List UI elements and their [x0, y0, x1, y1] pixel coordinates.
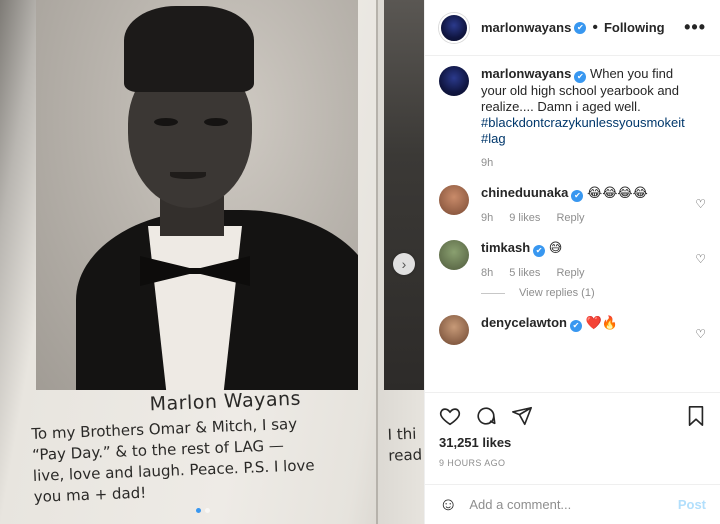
- comment-age: 8h: [481, 267, 494, 279]
- portrait-hair: [124, 6, 254, 92]
- reply-button[interactable]: Reply: [556, 267, 584, 279]
- caption-username[interactable]: marlonwayans: [481, 66, 571, 81]
- comment-text: denycelawton ✔ ❤️🔥: [481, 315, 687, 332]
- facing-page-photo: [384, 0, 424, 390]
- comment-item: timkash ✔ 😅 8h 5 likes Reply ♡: [439, 240, 706, 279]
- comment-likes[interactable]: 9 likes: [509, 212, 540, 224]
- heart-outline-icon[interactable]: ♡: [695, 327, 706, 341]
- carousel-dot: [205, 508, 210, 513]
- share-icon[interactable]: [511, 405, 533, 427]
- portrait-mouth: [170, 172, 206, 179]
- portrait-eye-left: [154, 118, 178, 126]
- comment-username[interactable]: chineduunaka: [481, 185, 568, 200]
- avatar[interactable]: [439, 240, 469, 270]
- comment-username[interactable]: timkash: [481, 240, 530, 255]
- next-image-button[interactable]: ›: [393, 253, 415, 275]
- comment-icon[interactable]: [475, 405, 497, 427]
- yearbook-message: To my Brothers Omar & Mitch, I say “Pay …: [31, 410, 394, 508]
- facing-page-line: I thi: [387, 424, 417, 444]
- comment-item: chineduunaka ✔ 😂😂😂😂 9h 9 likes Reply ♡: [439, 185, 706, 224]
- caption-age: 9h: [481, 157, 494, 169]
- comments-list: marlonwayans ✔ When you find your old hig…: [425, 56, 720, 392]
- reply-button[interactable]: Reply: [556, 212, 584, 224]
- comment-meta: 8h 5 likes Reply: [481, 267, 687, 279]
- comment-item: denycelawton ✔ ❤️🔥 ♡: [439, 315, 706, 345]
- action-bar: [439, 401, 706, 431]
- avatar[interactable]: [439, 315, 469, 345]
- caption-meta: 9h: [481, 157, 687, 169]
- yearbook-caption: Marlon Wayans To my Brothers Omar & Mitc…: [30, 384, 394, 508]
- post-caption: marlonwayans ✔ When you find your old hig…: [439, 66, 706, 169]
- facing-page-line: read: [388, 445, 423, 465]
- verified-badge-icon: ✔: [533, 245, 546, 257]
- comment-age: 9h: [481, 212, 494, 224]
- heart-outline-icon[interactable]: ♡: [695, 252, 706, 266]
- avatar[interactable]: [439, 12, 469, 43]
- emoji-icon[interactable]: ☺: [439, 494, 457, 515]
- yearbook-portrait: [36, 0, 358, 390]
- following-button[interactable]: Following: [604, 20, 665, 35]
- separator-dot: •: [592, 18, 598, 36]
- verified-badge-icon: ✔: [574, 21, 587, 34]
- post-header: marlonwayans ✔ • Following •••: [425, 0, 720, 56]
- post-button[interactable]: Post: [678, 497, 706, 512]
- verified-badge-icon: ✔: [571, 190, 584, 202]
- portrait-eye-right: [204, 118, 228, 126]
- view-replies-button[interactable]: View replies (1): [481, 287, 706, 299]
- comment-text: chineduunaka ✔ 😂😂😂😂: [481, 185, 687, 202]
- more-horizontal-icon[interactable]: •••: [684, 17, 706, 38]
- comment-body: 😂😂😂😂: [587, 185, 648, 200]
- comment-body: ❤️🔥: [585, 315, 618, 330]
- comment-text: timkash ✔ 😅: [481, 240, 687, 257]
- heart-icon[interactable]: [439, 405, 461, 427]
- chevron-right-icon: ›: [401, 256, 407, 272]
- carousel-dot-active: [196, 508, 201, 513]
- bookmark-icon[interactable]: [686, 405, 706, 427]
- comment-username[interactable]: denycelawton: [481, 315, 567, 330]
- instagram-post: Marlon Wayans To my Brothers Omar & Mitc…: [0, 0, 720, 524]
- comment-likes[interactable]: 5 likes: [509, 267, 540, 279]
- heart-outline-icon[interactable]: ♡: [695, 197, 706, 211]
- likes-count[interactable]: 31,251 likes: [439, 435, 706, 450]
- hashtag-link[interactable]: #blackdontcrazykunlessyousmokeit: [481, 115, 685, 130]
- comment-meta: 9h 9 likes Reply: [481, 212, 687, 224]
- post-timestamp[interactable]: 9 HOURS AGO: [439, 458, 706, 468]
- post-media[interactable]: Marlon Wayans To my Brothers Omar & Mitc…: [0, 0, 424, 524]
- view-replies-label: View replies (1): [519, 287, 595, 299]
- post-sidebar: marlonwayans ✔ • Following ••• marlonway…: [424, 0, 720, 524]
- avatar[interactable]: [439, 185, 469, 215]
- verified-badge-icon: ✔: [574, 71, 587, 83]
- comment-input[interactable]: Add a comment...: [469, 497, 571, 512]
- comment-body: 😅: [548, 240, 563, 255]
- author-username[interactable]: marlonwayans: [481, 20, 571, 35]
- avatar[interactable]: [439, 66, 469, 96]
- hashtag-link[interactable]: #lag: [481, 131, 506, 146]
- verified-badge-icon: ✔: [569, 320, 582, 332]
- replies-line: [481, 292, 505, 294]
- caption-text: marlonwayans ✔ When you find your old hig…: [481, 66, 687, 147]
- carousel-indicator: [196, 508, 210, 513]
- facing-page-text: I thi read: [387, 423, 424, 466]
- post-actions: 31,251 likes 9 HOURS AGO: [425, 392, 720, 468]
- comment-composer: ☺ Add a comment... Post: [425, 484, 720, 524]
